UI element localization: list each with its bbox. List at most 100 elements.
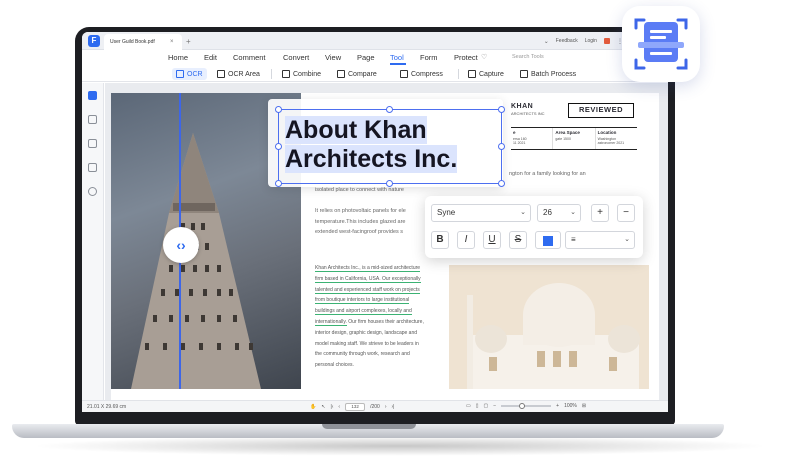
- plain-line: model making staff. We strieve to be lea…: [315, 340, 419, 347]
- font-family-value: Syne: [437, 208, 456, 217]
- ocr-line-2: Architects Inc.: [285, 145, 458, 173]
- toolbar-divider: [271, 69, 272, 79]
- compare-button[interactable]: Compare: [337, 68, 377, 80]
- info-value: gate 1500: [555, 137, 571, 141]
- login-link[interactable]: Login: [585, 38, 597, 44]
- plain-line: the community through work, research and: [315, 351, 410, 358]
- zoom-slider[interactable]: [501, 403, 552, 409]
- underline-button[interactable]: U: [483, 231, 501, 249]
- compare-arrows-icon[interactable]: ‹›: [163, 227, 199, 263]
- combine-button[interactable]: Combine: [282, 68, 321, 80]
- resize-handle-l[interactable]: [275, 143, 282, 150]
- menu-form[interactable]: Form: [420, 53, 438, 62]
- single-page-icon[interactable]: ▢: [484, 403, 489, 409]
- zoom-out-icon[interactable]: −: [493, 403, 496, 409]
- prev-page-icon[interactable]: ‹: [338, 404, 340, 410]
- compress-button[interactable]: Compress: [400, 68, 443, 80]
- new-tab-icon[interactable]: +: [186, 34, 191, 50]
- app-logo-icon: F: [88, 35, 100, 47]
- zoom-in-icon[interactable]: +: [556, 403, 559, 409]
- body-text-right: ngton for a family looking for an: [509, 171, 586, 177]
- text-color-swatch: [543, 236, 553, 246]
- menu-convert[interactable]: Convert: [283, 53, 309, 62]
- mosque-photo: [449, 265, 649, 389]
- ocr-heading-text[interactable]: About Khan Architects Inc.: [285, 116, 458, 174]
- brand-subtitle: ARCHITECTS INC: [511, 111, 545, 116]
- resize-handle-tl[interactable]: [275, 106, 282, 113]
- attachment-icon[interactable]: [88, 163, 97, 172]
- alignment-select[interactable]: ≡ ⌄: [565, 231, 635, 249]
- font-size-value: 26: [543, 208, 552, 217]
- highlighted-line: buildings and airport complexes, locally…: [315, 308, 412, 316]
- italic-button[interactable]: I: [457, 231, 475, 249]
- chevron-down-icon: ⌄: [570, 209, 576, 216]
- notification-icon[interactable]: [603, 38, 610, 44]
- info-cell: Area Space gate 1500: [553, 128, 596, 149]
- fullscreen-icon[interactable]: ⊞: [582, 403, 586, 409]
- increase-size-button[interactable]: +: [591, 204, 609, 222]
- fit-width-icon[interactable]: ▭: [466, 403, 471, 409]
- menu-edit[interactable]: Edit: [204, 53, 217, 62]
- combine-label: Combine: [293, 70, 322, 78]
- zoom-level[interactable]: 100%: [564, 403, 577, 409]
- menu-page[interactable]: Page: [357, 53, 375, 62]
- compare-label: Compare: [348, 70, 377, 78]
- ocr-button[interactable]: OCR: [172, 68, 207, 80]
- resize-handle-b[interactable]: [386, 180, 393, 187]
- comment-icon[interactable]: [88, 139, 97, 148]
- menu-bar: Home Edit Comment Convert View Page Tool…: [82, 51, 668, 65]
- info-cell: Location Washington astronomer 2021: [596, 128, 637, 149]
- font-family-select[interactable]: Syne ⌄: [431, 204, 531, 222]
- mosque-illustration: [449, 265, 649, 389]
- feedback-link[interactable]: Feedback: [556, 38, 578, 44]
- select-tool-icon[interactable]: ↖: [321, 404, 325, 410]
- resize-handle-r[interactable]: [498, 143, 505, 150]
- capture-button[interactable]: Capture: [468, 68, 504, 80]
- last-page-icon[interactable]: ›|: [391, 404, 394, 410]
- resize-handle-br[interactable]: [498, 180, 505, 187]
- bold-button[interactable]: B: [431, 231, 449, 249]
- highlighted-line: firm based in California, USA. Our excep…: [315, 275, 421, 283]
- tab-close-icon[interactable]: ×: [170, 34, 174, 50]
- tool-toolbar: OCR OCR Area Combine Compare Compress Ca…: [82, 66, 668, 82]
- brand-name: KHAN: [511, 103, 534, 110]
- font-size-select[interactable]: 26 ⌄: [537, 204, 581, 222]
- about-paragraph: Khan Architects Inc., is a mid-sized arc…: [315, 263, 445, 371]
- hand-tool-icon[interactable]: ✋: [310, 404, 316, 410]
- search-tools-input[interactable]: Search Tools: [512, 54, 544, 60]
- resize-handle-t[interactable]: [386, 106, 393, 113]
- ocr-area-button[interactable]: OCR Area: [217, 68, 260, 80]
- highlighted-line: Khan Architects Inc., is a mid-sized arc…: [315, 265, 421, 272]
- strikethrough-button[interactable]: S: [509, 231, 527, 249]
- zoom-controls: ▭ ▯ ▢ − + 100% ⊞: [466, 403, 586, 409]
- zoom-slider-knob[interactable]: [519, 403, 526, 409]
- compress-icon: [400, 70, 408, 78]
- next-page-icon[interactable]: ›: [385, 404, 387, 410]
- lightbulb-icon: ♡: [481, 54, 488, 61]
- menu-protect[interactable]: Protect: [454, 53, 478, 62]
- resize-handle-tr[interactable]: [498, 106, 505, 113]
- menu-tool[interactable]: Tool: [390, 53, 404, 62]
- info-value: Washington astronomer 2021: [597, 137, 625, 145]
- menu-home[interactable]: Home: [168, 53, 188, 62]
- combine-icon: [282, 70, 290, 78]
- chevron-down-icon: ⌄: [520, 209, 526, 216]
- menu-view[interactable]: View: [325, 53, 341, 62]
- resize-handle-bl[interactable]: [275, 180, 282, 187]
- thumbnails-icon[interactable]: [88, 91, 97, 100]
- decrease-size-button[interactable]: −: [617, 204, 635, 222]
- page-number-input[interactable]: 132: [345, 403, 366, 411]
- laptop-shadow: [30, 436, 770, 456]
- text-color-button[interactable]: [535, 231, 561, 249]
- menu-comment[interactable]: Comment: [233, 53, 266, 62]
- search-icon[interactable]: [88, 187, 97, 196]
- batch-process-button[interactable]: Batch Process: [520, 68, 576, 80]
- bookmark-icon[interactable]: [88, 115, 97, 124]
- tab-title: User Guild Book.pdf: [110, 39, 155, 45]
- status-bar: 21.01 X 29.69 cm ✋ ↖ |‹ ‹ 132 /200 › ›| …: [82, 400, 668, 412]
- chevron-down-icon[interactable]: ⌄: [544, 38, 549, 45]
- first-page-icon[interactable]: |‹: [330, 404, 333, 410]
- capture-label: Capture: [479, 70, 504, 78]
- fit-page-icon[interactable]: ▯: [476, 403, 479, 409]
- compare-icon: [337, 70, 345, 78]
